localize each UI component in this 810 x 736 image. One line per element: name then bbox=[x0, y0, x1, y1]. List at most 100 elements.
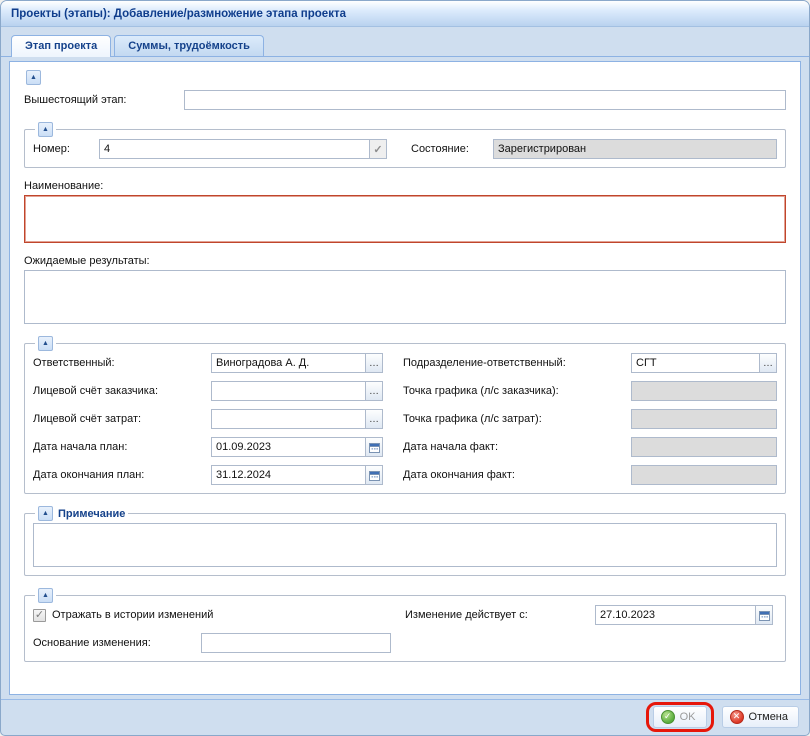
start-plan-field bbox=[211, 437, 383, 457]
cancel-button[interactable]: ✕ Отмена bbox=[722, 706, 799, 728]
ellipsis-icon: … bbox=[369, 358, 379, 369]
department-input[interactable] bbox=[631, 353, 760, 373]
collapse-arrow: ▲ bbox=[42, 510, 49, 517]
annotation-highlight: ✓ OK bbox=[646, 702, 714, 732]
calendar-icon bbox=[369, 442, 380, 453]
ok-check-glyph: ✓ bbox=[664, 712, 672, 721]
ellipsis-icon: … bbox=[369, 414, 379, 425]
tab-stage-label: Этап проекта bbox=[25, 40, 97, 52]
cost-account-lookup-trigger[interactable]: … bbox=[365, 409, 383, 429]
state-input bbox=[493, 139, 777, 159]
cost-point-label: Точка графика (л/с затрат): bbox=[403, 413, 629, 425]
responsible-lookup-trigger[interactable]: … bbox=[365, 353, 383, 373]
cost-account-field: … bbox=[211, 409, 383, 429]
dialog-title: Проекты (этапы): Добавление/размножение … bbox=[11, 8, 346, 20]
name-block: Наименование: bbox=[24, 180, 786, 243]
reason-label: Основание изменения: bbox=[33, 637, 201, 649]
details-legend: ▲ bbox=[35, 336, 56, 351]
bottom-toolbar: ✓ OK ✕ Отмена bbox=[1, 699, 809, 735]
department-lookup-trigger[interactable]: … bbox=[759, 353, 777, 373]
end-plan-input[interactable] bbox=[211, 465, 366, 485]
start-fact-input bbox=[631, 437, 777, 457]
expected-block: Ожидаемые результаты: bbox=[24, 255, 786, 324]
effective-field bbox=[595, 605, 773, 625]
customer-account-lookup-trigger[interactable]: … bbox=[365, 381, 383, 401]
end-plan-label: Дата окончания план: bbox=[33, 469, 209, 481]
history-row: ✓ Отражать в истории изменений Изменение… bbox=[33, 605, 777, 625]
panel-collapse-row: ▲ bbox=[26, 70, 786, 85]
history-checkbox-cell: ✓ Отражать в истории изменений bbox=[33, 609, 405, 622]
ok-check-icon: ✓ bbox=[661, 710, 675, 724]
check-icon: ✓ bbox=[373, 143, 382, 156]
dialog-window: Проекты (этапы): Добавление/размножение … bbox=[0, 0, 810, 736]
collapse-icon[interactable]: ▲ bbox=[38, 122, 53, 137]
collapse-icon[interactable]: ▲ bbox=[38, 336, 53, 351]
cancel-button-label: Отмена bbox=[749, 711, 788, 723]
ellipsis-icon: … bbox=[369, 386, 379, 397]
number-field: ✓ bbox=[99, 139, 387, 159]
customer-account-label: Лицевой счёт заказчика: bbox=[33, 385, 209, 397]
note-textarea[interactable] bbox=[33, 523, 777, 567]
end-plan-field bbox=[211, 465, 383, 485]
effective-date-input[interactable] bbox=[595, 605, 756, 625]
customer-account-input[interactable] bbox=[211, 381, 366, 401]
customer-point-input bbox=[631, 381, 777, 401]
responsible-label: Ответственный: bbox=[33, 357, 209, 369]
reason-row: Основание изменения: bbox=[33, 633, 777, 653]
cost-account-label: Лицевой счёт затрат: bbox=[33, 413, 209, 425]
form-panel: ▲ Вышестоящий этап: ▲ Номер: bbox=[9, 61, 801, 695]
history-checkbox-label: Отражать в истории изменений bbox=[52, 609, 213, 621]
collapse-icon[interactable]: ▲ bbox=[38, 588, 53, 603]
end-fact-label: Дата окончания факт: bbox=[403, 469, 629, 481]
department-field: … bbox=[631, 353, 777, 373]
number-state-fieldset: ▲ Номер: ✓ Состояние: bbox=[24, 122, 786, 168]
department-label: Подразделение-ответственный: bbox=[403, 357, 629, 369]
ellipsis-icon: … bbox=[763, 358, 773, 369]
ok-button[interactable]: ✓ OK bbox=[653, 706, 707, 728]
start-fact-label: Дата начала факт: bbox=[403, 441, 629, 453]
end-fact-input bbox=[631, 465, 777, 485]
parent-stage-row: Вышестоящий этап: bbox=[24, 90, 786, 110]
cost-account-input[interactable] bbox=[211, 409, 366, 429]
responsible-field: … bbox=[211, 353, 383, 373]
number-state-row: Номер: ✓ Состояние: bbox=[33, 139, 777, 159]
number-label: Номер: bbox=[33, 143, 97, 155]
note-legend-title: Примечание bbox=[58, 508, 125, 520]
name-label: Наименование: bbox=[24, 180, 786, 192]
start-plan-date-trigger[interactable] bbox=[365, 437, 383, 457]
history-fieldset: ▲ ✓ Отражать в истории изменений Изменен… bbox=[24, 588, 786, 662]
tab-stage[interactable]: Этап проекта bbox=[11, 35, 111, 57]
cancel-x-glyph: ✕ bbox=[733, 712, 741, 721]
end-plan-date-trigger[interactable] bbox=[365, 465, 383, 485]
cost-point-input bbox=[631, 409, 777, 429]
history-checkbox[interactable]: ✓ bbox=[33, 609, 46, 622]
calendar-icon bbox=[759, 610, 770, 621]
start-plan-input[interactable] bbox=[211, 437, 366, 457]
name-textarea[interactable] bbox=[24, 195, 786, 243]
expected-textarea[interactable] bbox=[24, 270, 786, 324]
collapse-icon[interactable]: ▲ bbox=[38, 506, 53, 521]
tab-panel-body: ▲ Вышестоящий этап: ▲ Номер: bbox=[1, 57, 809, 695]
calendar-icon bbox=[369, 470, 380, 481]
reason-input[interactable] bbox=[201, 633, 391, 653]
expected-label: Ожидаемые результаты: bbox=[24, 255, 786, 267]
customer-point-label: Точка графика (л/с заказчика): bbox=[403, 385, 629, 397]
note-legend: ▲ Примечание bbox=[35, 506, 128, 521]
collapse-arrow: ▲ bbox=[42, 592, 49, 599]
responsible-input[interactable] bbox=[211, 353, 366, 373]
parent-stage-input[interactable] bbox=[184, 90, 786, 110]
note-fieldset: ▲ Примечание bbox=[24, 506, 786, 576]
collapse-arrow: ▲ bbox=[42, 340, 49, 347]
parent-stage-field bbox=[184, 90, 786, 110]
cancel-x-icon: ✕ bbox=[730, 710, 744, 724]
history-legend: ▲ bbox=[35, 588, 56, 603]
effective-label: Изменение действует с: bbox=[405, 609, 595, 621]
reason-field bbox=[201, 633, 391, 653]
details-grid: Ответственный: … Подразделение-ответстве… bbox=[33, 353, 777, 485]
tab-sums[interactable]: Суммы, трудоёмкость bbox=[114, 35, 264, 56]
effective-date-trigger[interactable] bbox=[755, 605, 773, 625]
number-input[interactable] bbox=[99, 139, 370, 159]
customer-account-field: … bbox=[211, 381, 383, 401]
dialog-titlebar[interactable]: Проекты (этапы): Добавление/размножение … bbox=[1, 1, 809, 27]
collapse-icon[interactable]: ▲ bbox=[26, 70, 41, 85]
